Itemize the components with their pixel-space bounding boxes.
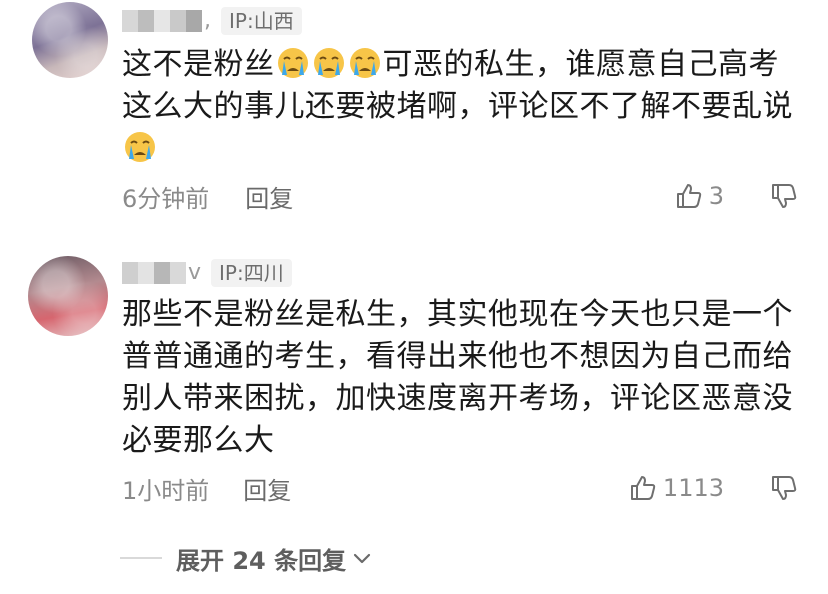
dislike-button[interactable] xyxy=(770,474,798,502)
username-tail: v xyxy=(188,260,202,285)
avatar[interactable] xyxy=(32,2,108,78)
reply-button[interactable]: 回复 xyxy=(245,179,293,214)
crying-face-icon xyxy=(277,48,308,78)
comment-thread: , IP:山西 这不是粉丝 可恶的私生，谁愿意自己高考这么大的事儿还要被堵啊，评论… xyxy=(0,0,828,594)
dislike-button[interactable] xyxy=(770,182,798,210)
expand-replies-label: 展开 24 条回复 xyxy=(176,546,347,575)
ip-location-badge: IP:四川 xyxy=(211,259,292,287)
comment-text: 这不是粉丝 可恶的私生，谁愿意自己高考这么大的事儿还要被堵啊，评论区不了解不要乱说 xyxy=(122,44,802,170)
like-count: 1113 xyxy=(662,474,724,502)
username[interactable] xyxy=(122,10,202,32)
reply-button[interactable]: 回复 xyxy=(243,471,291,506)
thumbs-up-icon xyxy=(676,184,701,208)
chevron-down-icon xyxy=(354,553,371,564)
comment-meta: v IP:四川 xyxy=(122,256,292,290)
crying-face-icon xyxy=(349,48,380,78)
crying-face-icon xyxy=(125,132,155,162)
comment-text-part: 这不是粉丝 xyxy=(122,47,275,82)
like-count: 3 xyxy=(708,182,724,210)
username-tail: , xyxy=(204,8,211,33)
thumbs-down-icon xyxy=(772,476,797,500)
comment-meta: , IP:山西 xyxy=(122,4,302,38)
expand-replies-button[interactable]: 展开 24 条回复 xyxy=(120,540,372,576)
divider xyxy=(120,557,162,559)
crying-face-icon xyxy=(313,48,344,78)
ip-location-badge: IP:山西 xyxy=(221,7,302,35)
comment-footer: 1小时前 回复 1113 xyxy=(122,470,798,506)
username[interactable] xyxy=(122,262,186,284)
comment-time: 6分钟前 xyxy=(122,184,210,213)
thumbs-down-icon xyxy=(772,184,797,208)
comment-time: 1小时前 xyxy=(122,476,210,505)
like-button[interactable]: 1113 xyxy=(629,474,724,502)
like-button[interactable]: 3 xyxy=(675,182,724,210)
thumbs-up-icon xyxy=(630,476,656,500)
avatar[interactable] xyxy=(28,256,108,336)
comment-footer: 6分钟前 回复 3 xyxy=(122,178,798,214)
comment-text: 那些不是粉丝是私生，其实他现在今天也只是一个普普通通的考生，看得出来他也不想因为… xyxy=(122,297,793,458)
